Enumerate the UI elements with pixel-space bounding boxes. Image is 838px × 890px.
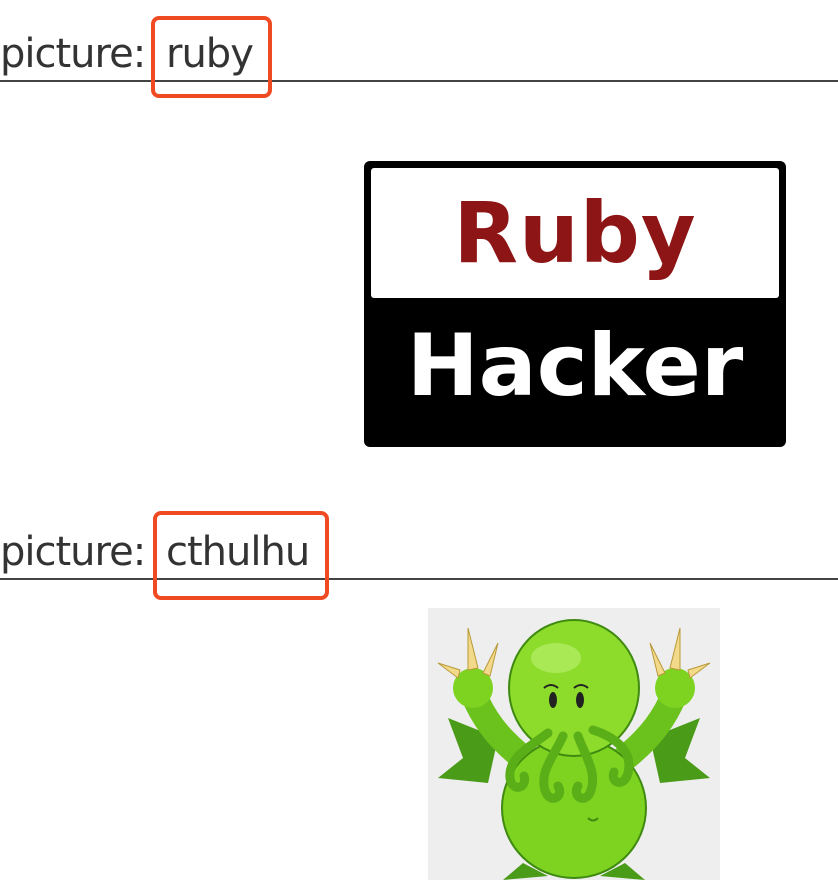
highlight-box-cthulhu <box>153 511 329 600</box>
section-heading-ruby: picture: ruby <box>0 24 838 84</box>
ruby-badge-bottom: Hacker <box>364 301 786 441</box>
section-heading-cthulhu: picture: cthulhu <box>0 522 838 582</box>
cthulhu-image <box>428 608 720 880</box>
heading-prefix: picture: <box>0 31 146 77</box>
heading-rule <box>0 80 838 82</box>
heading-rule <box>0 578 838 580</box>
ruby-badge-top-text: Ruby <box>453 184 697 282</box>
ruby-hacker-image: Ruby Hacker <box>364 161 786 447</box>
ruby-badge-bottom-text: Hacker <box>406 316 744 416</box>
heading-prefix: picture: <box>0 529 146 575</box>
cthulhu-illustration <box>437 619 711 880</box>
highlight-box-ruby <box>151 16 272 98</box>
ruby-badge-top: Ruby <box>371 168 779 298</box>
